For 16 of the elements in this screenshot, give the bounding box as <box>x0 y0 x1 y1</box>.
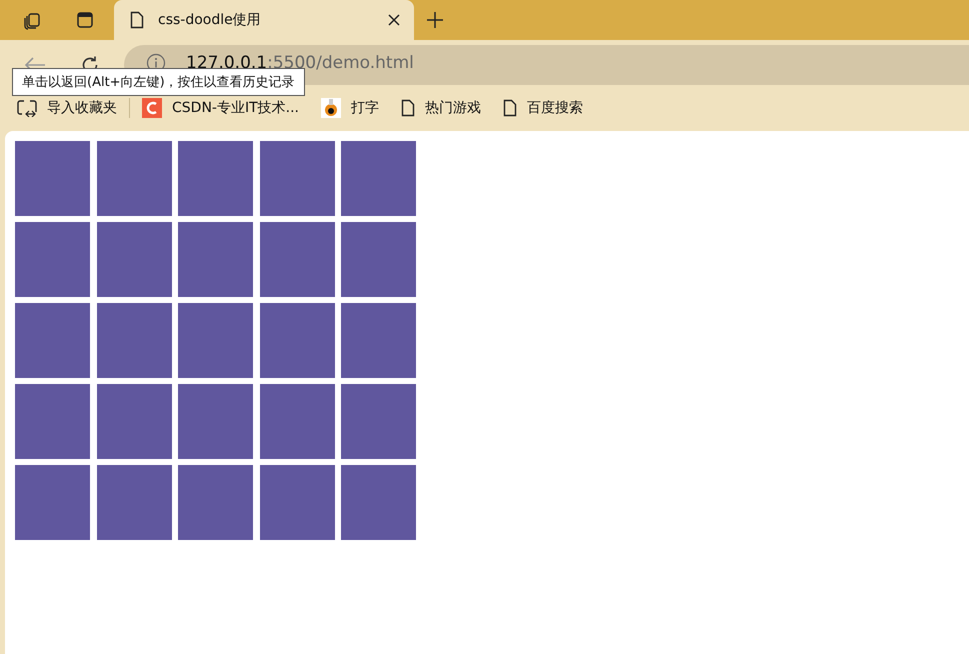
import-icon <box>17 99 37 117</box>
page-icon <box>401 99 415 117</box>
page-icon <box>503 99 517 117</box>
tab-actions-icon[interactable] <box>75 10 95 30</box>
bookmark-item[interactable]: CSDN-专业IT技术... <box>142 98 299 118</box>
page-icon <box>130 11 144 29</box>
bookmark-item[interactable]: 导入收藏夹 <box>17 99 117 117</box>
browser-tab[interactable]: css-doodle使用 <box>114 0 414 40</box>
bookmark-item[interactable]: 百度搜索 <box>503 99 583 117</box>
bookmark-item[interactable]: 打字 <box>321 98 379 118</box>
new-tab-icon[interactable] <box>426 11 444 29</box>
c-logo-icon <box>142 98 162 118</box>
close-icon[interactable] <box>388 14 400 26</box>
bookmark-item[interactable]: 热门游戏 <box>401 99 481 117</box>
tooltip: 单击以返回(Alt+向左键)，按住以查看历史记录 <box>12 68 305 96</box>
orb-icon <box>321 98 341 118</box>
